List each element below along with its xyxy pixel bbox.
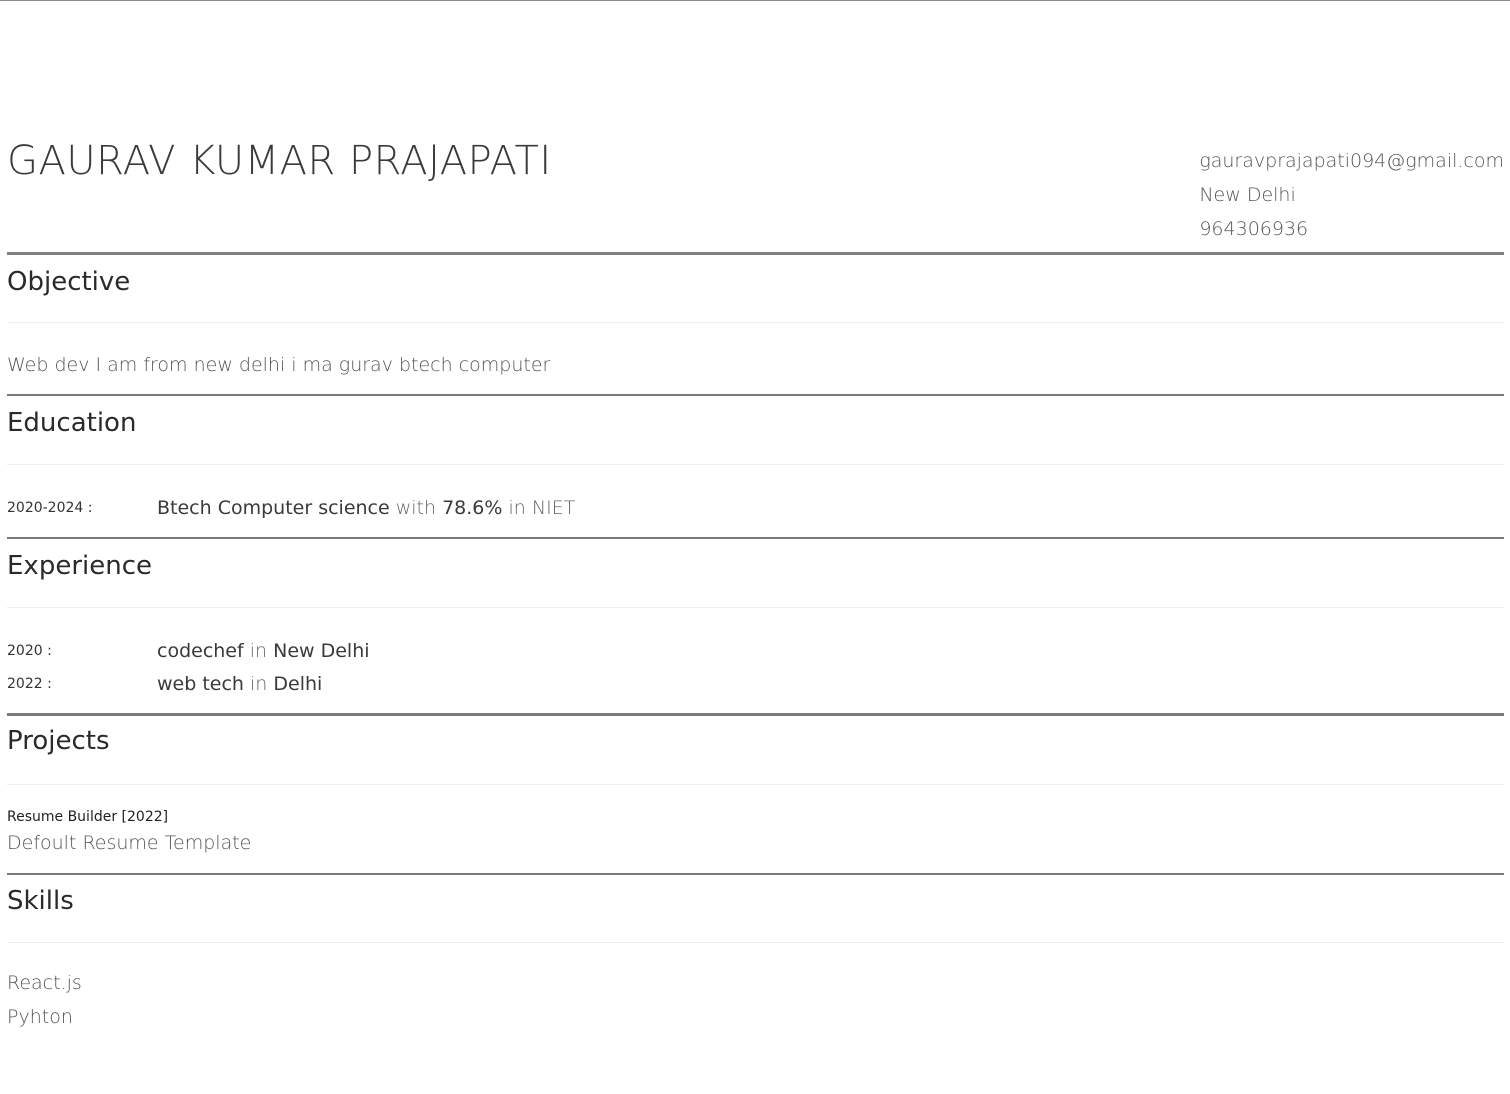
experience-section: Experience 2020 : codechef in New Delhi … [7, 539, 1504, 716]
section-title-skills: Skills [7, 886, 74, 916]
resume-document: GAURAV KUMAR PRAJAPATI gauravprajapati09… [7, 0, 1504, 1028]
divider [7, 464, 1504, 465]
education-degree: Btech Computer science [157, 497, 390, 519]
education-with: with [395, 497, 437, 519]
candidate-name: GAURAV KUMAR PRAJAPATI [7, 138, 552, 184]
experience-detail: codechef in New Delhi [157, 640, 370, 662]
divider [7, 322, 1504, 323]
experience-place: New Delhi [273, 640, 370, 662]
objective-section: Objective Web dev I am from new delhi i … [7, 255, 1504, 396]
education-institute: NIET [531, 497, 576, 519]
education-detail: Btech Computer science with 78.6% in NIE… [157, 497, 575, 519]
contact-email: gauravprajapati094@gmail.com [1199, 150, 1504, 172]
projects-section: Projects Resume Builder [2022] Defoult R… [7, 716, 1504, 875]
skills-section: Skills React.js Pyhton [7, 875, 1504, 1075]
education-section: Education 2020-2024 : Btech Computer sci… [7, 396, 1504, 539]
experience-company: codechef [157, 640, 244, 662]
education-date: 2020-2024 : [7, 500, 93, 516]
skill-item: Pyhton [7, 1006, 73, 1028]
experience-company: web tech [157, 673, 244, 695]
divider [7, 942, 1504, 943]
experience-date: 2020 : [7, 643, 52, 659]
contact-phone: 964306936 [1199, 218, 1309, 240]
section-title-experience: Experience [7, 551, 152, 581]
experience-place: Delhi [273, 673, 323, 695]
experience-in: in [249, 640, 268, 662]
experience-in: in [250, 673, 268, 695]
project-title: Resume Builder [2022] [7, 809, 169, 825]
section-title-objective: Objective [7, 267, 131, 297]
divider [7, 607, 1504, 608]
contact-location: New Delhi [1199, 184, 1296, 206]
objective-text: Web dev I am from new delhi i ma gurav b… [7, 354, 551, 376]
education-score: 78.6% [442, 497, 503, 519]
project-description: Defoult Resume Template [7, 832, 252, 854]
contact-info: gauravprajapati094@gmail.com New Delhi 9… [1199, 144, 1504, 246]
resume-header: GAURAV KUMAR PRAJAPATI gauravprajapati09… [7, 0, 1504, 255]
divider [7, 784, 1504, 785]
section-title-projects: Projects [7, 726, 110, 756]
education-in: in [508, 497, 526, 519]
skill-item: React.js [7, 972, 82, 994]
experience-detail: web tech in Delhi [157, 673, 322, 695]
experience-date: 2022 : [7, 676, 52, 692]
section-title-education: Education [7, 408, 137, 438]
